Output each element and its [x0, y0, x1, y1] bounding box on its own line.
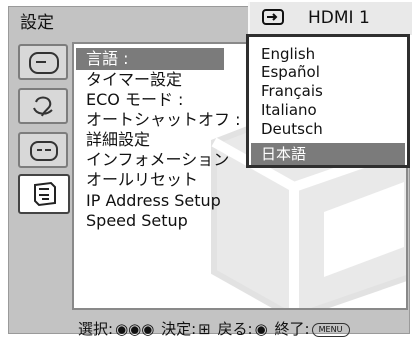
- menu-item-all-reset[interactable]: オールリセット: [86, 170, 198, 190]
- menu-item-eco-mode[interactable]: ECO モード :: [86, 90, 183, 110]
- input-icon: [262, 9, 284, 25]
- menu-item-timer[interactable]: タイマー設定: [86, 70, 182, 90]
- language-option-english[interactable]: English: [261, 45, 315, 63]
- tab-sound-settings[interactable]: [18, 88, 68, 124]
- enter-key-icon: ⊞: [198, 320, 211, 338]
- speaker-icon: [33, 96, 53, 117]
- page-title: 設定: [20, 13, 54, 33]
- menu-key-icon: MENU: [311, 322, 350, 337]
- footer-exit-label: 終了:: [274, 320, 310, 338]
- language-option-italian[interactable]: Italiano: [261, 101, 317, 119]
- language-option-spanish[interactable]: Español: [261, 63, 320, 81]
- footer-confirm-label: 決定:: [161, 320, 197, 338]
- menu-item-language[interactable]: 言語 :: [86, 49, 128, 69]
- language-option-french[interactable]: Français: [261, 82, 323, 100]
- monitor-icon: [29, 52, 59, 74]
- screen-icon: [30, 141, 58, 161]
- tab-setup[interactable]: [18, 174, 70, 214]
- input-source-label: HDMI 1: [308, 8, 370, 28]
- input-source-indicator: HDMI 1: [248, 2, 412, 35]
- back-key-icon: ◉: [254, 320, 268, 338]
- language-dropdown[interactable]: English Español Français Italiano Deutsc…: [246, 34, 410, 168]
- menu-item-advanced[interactable]: 詳細設定: [86, 130, 150, 150]
- arrow-keys-icon: ◉◉◉: [115, 320, 155, 338]
- tab-picture-settings[interactable]: [18, 44, 68, 80]
- footer-help: 選択: ◉◉◉ 決定: ⊞ 戻る: ◉ 終了: MENU: [78, 318, 352, 339]
- footer-back-label: 戻る:: [217, 320, 253, 338]
- language-option-japanese[interactable]: 日本語: [261, 145, 306, 163]
- tab-display-settings[interactable]: [18, 132, 68, 168]
- menu-item-information[interactable]: インフォメーション: [86, 150, 229, 170]
- menu-item-speed-setup[interactable]: Speed Setup: [86, 211, 188, 231]
- gear-box-icon: [34, 181, 56, 207]
- menu-item-ip-address-setup[interactable]: IP Address Setup: [86, 191, 221, 211]
- footer-select-label: 選択:: [78, 320, 114, 338]
- menu-item-auto-shutoff[interactable]: オートシャットオフ :: [86, 110, 240, 130]
- language-option-german[interactable]: Deutsch: [261, 120, 323, 138]
